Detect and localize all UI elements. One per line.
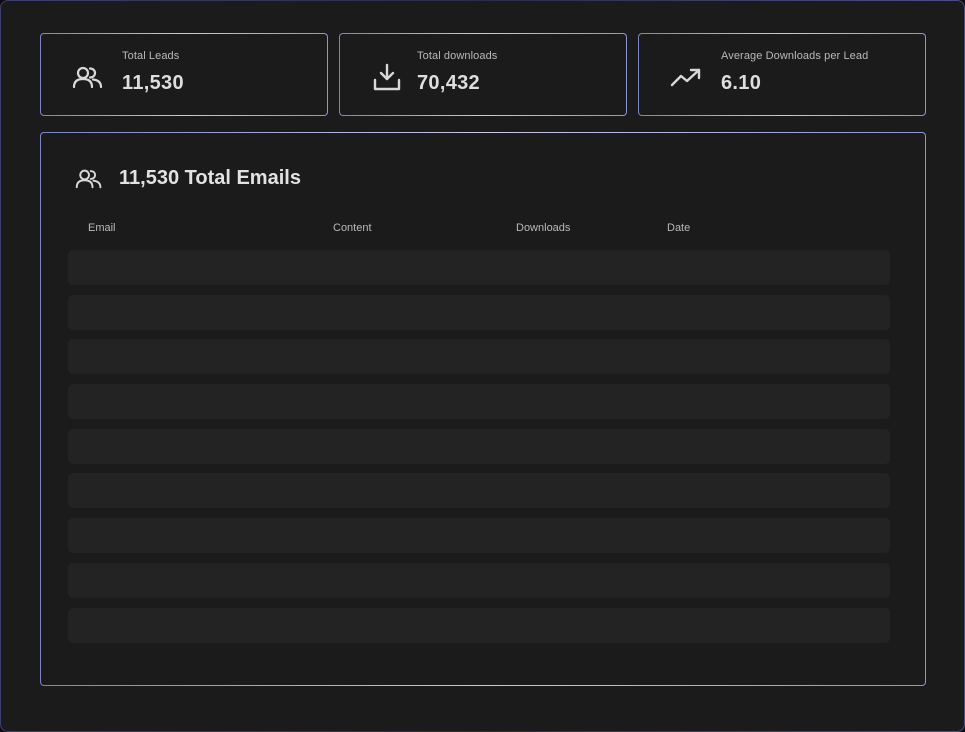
stat-label: Average Downloads per Lead: [721, 50, 869, 62]
section-header: 11,530 Total Emails: [75, 163, 301, 193]
users-icon: [75, 168, 103, 189]
column-header-email[interactable]: Email: [88, 222, 116, 234]
download-icon: [370, 60, 404, 94]
stat-card-total-downloads: Total downloads 70,432: [339, 33, 627, 116]
table-row-placeholder[interactable]: [68, 294, 890, 330]
users-icon: [71, 60, 105, 94]
table-row-placeholder[interactable]: [68, 250, 890, 285]
stat-label: Total Leads: [122, 50, 180, 62]
table-row-placeholder[interactable]: [68, 384, 890, 420]
trending-up-icon: [669, 60, 703, 94]
column-header-date[interactable]: Date: [667, 222, 690, 234]
stat-card-total-leads: Total Leads 11,530: [40, 33, 328, 116]
email-table-body: [68, 250, 890, 652]
column-header-content[interactable]: Content: [333, 222, 372, 234]
table-row-placeholder[interactable]: [68, 518, 890, 554]
stat-value: 70,432: [417, 72, 480, 94]
dashboard-panel: Total Leads 11,530 Total downloads 70,43…: [1, 1, 964, 731]
table-row-placeholder[interactable]: [68, 428, 890, 464]
stat-value: 6.10: [721, 72, 762, 94]
table-row-placeholder[interactable]: [68, 473, 890, 509]
emails-section: 11,530 Total Emails Email Content Downlo…: [40, 132, 926, 686]
stat-card-average-downloads: Average Downloads per Lead 6.10: [638, 33, 926, 116]
table-row-placeholder[interactable]: [68, 607, 890, 643]
table-row-placeholder[interactable]: [68, 339, 890, 375]
dashboard-frame: Total Leads 11,530 Total downloads 70,43…: [0, 0, 965, 732]
table-row-placeholder[interactable]: [68, 562, 890, 598]
stat-value: 11,530: [122, 72, 184, 94]
section-title: 11,530 Total Emails: [119, 166, 301, 189]
column-header-downloads[interactable]: Downloads: [516, 222, 570, 234]
stat-label: Total downloads: [417, 50, 498, 62]
